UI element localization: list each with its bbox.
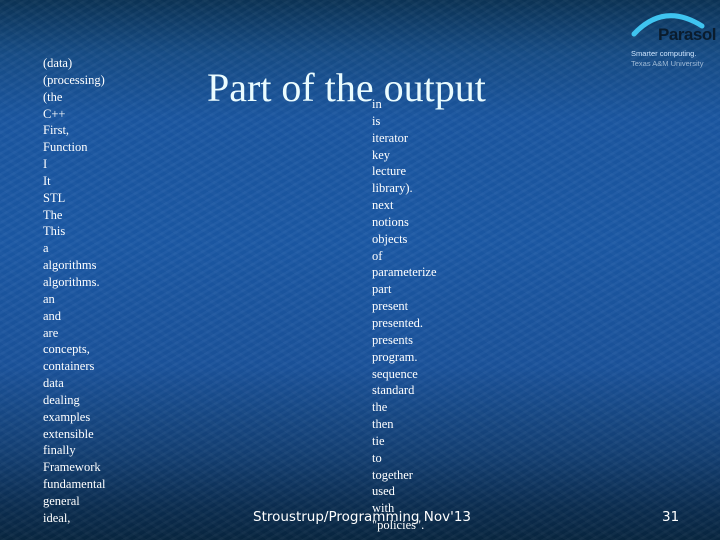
word-item: First, [43,123,70,138]
word-item: presented. [372,315,424,330]
word-item: and [43,308,62,323]
word-item: dealing [43,392,80,407]
word-item: library). [372,181,413,196]
left-word-list: (data) (processing) (the C++ First, Function I… [43,55,105,527]
word-item: concepts, [43,342,90,357]
word-item: iterator [372,130,409,145]
word-item: It [43,173,51,188]
word-item: is [372,113,381,128]
slide-title: Part of the output [207,65,486,110]
word-item: algorithms [43,258,97,273]
word-item: key [372,147,391,162]
word-item: algorithms. [43,274,100,289]
logo-name: Parasol [658,25,716,44]
word-item: This [43,224,66,239]
word-item: an [43,291,55,306]
word-item: The [43,207,63,222]
word-item: tie [372,433,385,448]
word-item: used [372,484,395,499]
word-item: fundamental [43,477,106,492]
right-word-list: in is iterator key lecture library). next notio… [372,96,437,534]
word-item: ideal, [43,510,71,525]
word-item: presents [372,332,413,347]
word-item: STL [43,190,66,205]
word-item: present [372,299,409,314]
word-item: then [372,417,394,432]
word-item: Function [43,140,88,155]
word-item: I [43,157,48,172]
page-number: 31 [662,509,680,525]
word-item: objects [372,231,408,246]
word-item: extensible [43,426,94,441]
word-item: lecture [372,164,407,179]
word-item: data [43,376,64,391]
word-item: to [372,450,382,465]
word-item: parameterize [372,265,437,280]
word-item: program. [372,349,418,364]
word-item: (data) [43,56,73,70]
word-item: Framework [43,460,101,475]
word-item: (the [43,89,63,104]
logo-institution: Texas A&M University [631,59,704,68]
word-item: finally [43,443,76,458]
word-item: examples [43,409,91,424]
word-item: C++ [43,106,66,121]
word-item: sequence [372,366,418,381]
word-item: together [372,467,413,482]
parasol-logo: Parasol Smarter computing. Texas A&M Uni… [622,8,716,68]
word-item: are [43,325,59,340]
word-item: the [372,400,388,415]
word-item: a [43,241,49,256]
logo-tagline: Smarter computing. [631,49,697,58]
slide-footer: Stroustrup/Programming Nov'13 [253,509,471,525]
word-item: standard [372,383,415,398]
word-item: (processing) [43,72,105,87]
word-item: in [372,97,382,111]
word-item: next [372,198,394,213]
word-item: notions [372,214,409,229]
word-item: of [372,248,383,263]
word-item: general [43,493,80,508]
word-item: part [372,282,392,297]
word-item: containers [43,359,95,374]
